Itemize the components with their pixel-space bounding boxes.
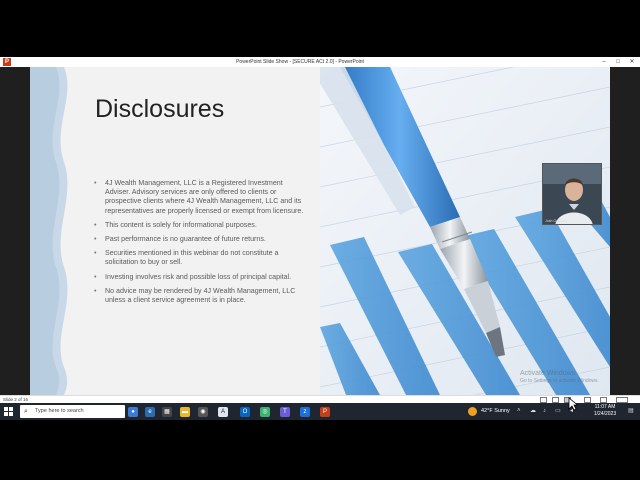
zoom-icon[interactable]: z <box>300 407 310 417</box>
file-explorer-icon[interactable]: ▬ <box>180 407 190 417</box>
powerpoint-taskbar-icon[interactable]: P <box>320 407 330 417</box>
list-item: 4J Wealth Management, LLC is a Registere… <box>92 179 304 216</box>
slide[interactable]: Disclosures 4J Wealth Management, LLC is… <box>30 67 610 395</box>
pen-and-chart-photo <box>320 67 610 395</box>
edge-icon[interactable]: e <box>145 407 155 417</box>
cortana-icon[interactable]: ● <box>128 407 138 417</box>
windows-start-icon[interactable] <box>4 407 13 416</box>
list-item: Investing involves risk and possible los… <box>92 273 304 282</box>
chrome-icon[interactable]: ◎ <box>260 407 270 417</box>
sun-icon <box>468 407 477 416</box>
search-placeholder: Type here to search <box>35 408 84 414</box>
status-bar: Slide 2 of 16 <box>0 395 640 403</box>
task-view-icon[interactable]: ▦ <box>162 407 172 417</box>
window-titlebar: P PowerPoint Slide Show - [SECURE ACt 2.… <box>0 57 640 67</box>
chevron-up-icon[interactable]: ˄ <box>517 407 521 416</box>
list-item: Securities mentioned in this webinar do … <box>92 249 304 267</box>
minimize-button[interactable]: – <box>597 57 611 67</box>
list-item: No advice may be rendered by 4J Wealth M… <box>92 287 304 305</box>
clock-date: 1/24/2023 <box>593 411 617 417</box>
microphone-icon[interactable]: ♪ <box>543 407 546 416</box>
activate-windows-watermark: Activate Windows Go to Settings to activ… <box>520 370 599 384</box>
taskbar-clock[interactable]: 11:07 AM 1/24/2023 <box>586 404 624 418</box>
window-title: PowerPoint Slide Show - [SECURE ACt 2.0]… <box>236 59 364 65</box>
network-icon[interactable]: ▭ <box>555 407 561 416</box>
taskbar-search-box[interactable]: ⌕ Type here to search <box>20 405 125 418</box>
webcam-overlay[interactable]: Josh Goulding <box>542 163 602 225</box>
notification-icon[interactable]: ▤ <box>628 407 634 416</box>
maximize-button[interactable]: □ <box>611 57 625 67</box>
decorative-wave <box>30 67 68 395</box>
windows-taskbar: ⌕ Type here to search ● e ▦ ▬ ◉ A O ◎ T … <box>0 403 640 420</box>
app-icon-1[interactable]: ◉ <box>198 407 208 417</box>
close-button[interactable]: ✕ <box>625 57 639 67</box>
cloud-icon[interactable]: ☁ <box>530 407 536 416</box>
slide-show-area[interactable]: Disclosures 4J Wealth Management, LLC is… <box>0 67 640 395</box>
search-icon: ⌕ <box>24 408 28 415</box>
outlook-icon[interactable]: O <box>240 407 250 417</box>
slide-title: Disclosures <box>95 95 225 123</box>
list-item: Past performance is no guarantee of futu… <box>92 235 304 244</box>
app-icon-2[interactable]: A <box>218 407 228 417</box>
mouse-cursor-icon <box>568 397 578 411</box>
teams-icon[interactable]: T <box>280 407 290 417</box>
weather-text: 42°F Sunny <box>481 408 510 414</box>
screen: P PowerPoint Slide Show - [SECURE ACt 2.… <box>0 57 640 420</box>
watermark-title: Activate Windows <box>520 370 576 377</box>
slide-text-panel: Disclosures 4J Wealth Management, LLC is… <box>30 67 320 395</box>
list-item: This content is solely for informational… <box>92 221 304 230</box>
clock-time: 11:07 AM <box>594 404 616 410</box>
webcam-name-label: Josh Goulding <box>545 219 568 223</box>
watermark-subtitle: Go to Settings to activate Windows. <box>520 378 599 384</box>
disclosure-list: 4J Wealth Management, LLC is a Registere… <box>92 179 304 310</box>
